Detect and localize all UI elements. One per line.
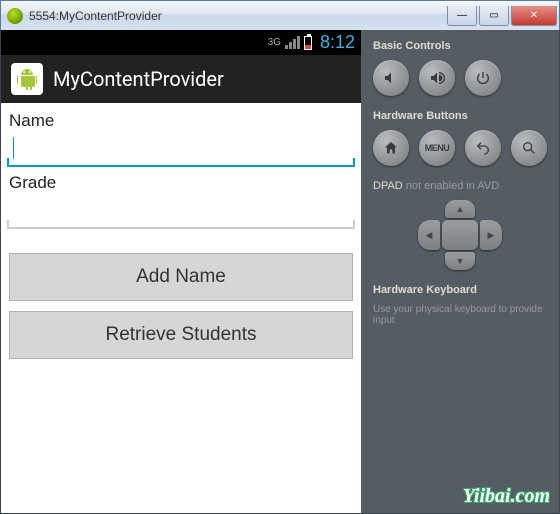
retrieve-students-button[interactable]: Retrieve Students <box>9 311 353 359</box>
basic-controls-heading: Basic Controls <box>373 40 547 52</box>
dpad-down-button[interactable]: ▼ <box>445 252 475 270</box>
battery-icon <box>304 36 312 50</box>
emulator-window: 5554:MyContentProvider — ▭ ✕ 3G 8:12 MyC… <box>0 0 560 514</box>
window-maximize-button[interactable]: ▭ <box>479 6 509 26</box>
back-button[interactable] <box>465 130 501 166</box>
emulator-screen: 3G 8:12 MyContentProvider Name Grade <box>1 30 361 513</box>
app-launcher-icon <box>11 63 43 95</box>
hardware-keyboard-heading: Hardware Keyboard <box>373 284 547 296</box>
watermark: Yiibai.com <box>463 485 550 508</box>
name-label: Name <box>9 111 353 131</box>
window-minimize-button[interactable]: — <box>447 6 477 26</box>
dpad: ▲ ◀ ▶ ▼ <box>416 200 504 270</box>
home-button[interactable] <box>373 130 409 166</box>
clock: 8:12 <box>320 32 355 53</box>
window-close-button[interactable]: ✕ <box>511 6 557 26</box>
emulator-controls-panel: Basic Controls Hardware Buttons MENU <box>361 30 559 513</box>
android-statusbar: 3G 8:12 <box>1 30 361 55</box>
volume-down-button[interactable] <box>373 60 409 96</box>
grade-label: Grade <box>9 173 353 193</box>
hardware-buttons-heading: Hardware Buttons <box>373 110 547 122</box>
add-name-button[interactable]: Add Name <box>9 253 353 301</box>
network-label: 3G <box>268 37 281 48</box>
dpad-left-button[interactable]: ◀ <box>418 220 440 250</box>
app-body: Name Grade Add Name Retrieve Students <box>1 103 361 513</box>
grade-input[interactable] <box>7 195 355 229</box>
window-title: 5554:MyContentProvider <box>29 9 445 23</box>
titlebar[interactable]: 5554:MyContentProvider — ▭ ✕ <box>0 0 560 30</box>
volume-up-button[interactable] <box>419 60 455 96</box>
search-button[interactable] <box>511 130 547 166</box>
name-input[interactable] <box>7 133 355 167</box>
power-button[interactable] <box>465 60 501 96</box>
actionbar: MyContentProvider <box>1 55 361 103</box>
dpad-right-button[interactable]: ▶ <box>480 220 502 250</box>
hardware-keyboard-desc: Use your physical keyboard to provide in… <box>373 304 547 326</box>
app-title: MyContentProvider <box>53 67 224 91</box>
dpad-up-button[interactable]: ▲ <box>445 200 475 218</box>
dpad-center-button[interactable] <box>442 220 478 250</box>
menu-button[interactable]: MENU <box>419 130 455 166</box>
dpad-heading: DPAD not enabled in AVD <box>373 180 547 192</box>
signal-bars-icon <box>285 37 300 49</box>
android-avd-icon <box>7 8 23 24</box>
